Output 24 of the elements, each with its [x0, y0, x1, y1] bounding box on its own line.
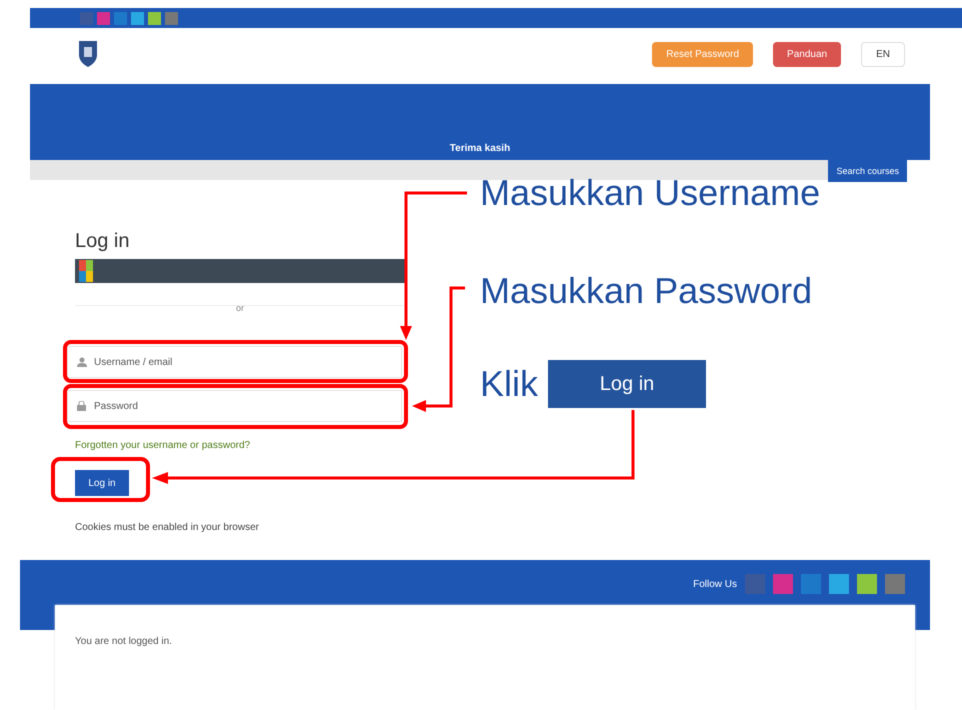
- social-icon[interactable]: [97, 12, 110, 24]
- social-icon[interactable]: [165, 12, 178, 24]
- login-status-text: You are not logged in.: [75, 636, 172, 647]
- header-button[interactable]: EN: [861, 42, 905, 66]
- search-courses-button[interactable]: Search courses: [828, 160, 907, 182]
- cookies-note: Cookies must be enabled in your browser: [75, 522, 260, 533]
- instruction-text: Masukkan Password: [480, 270, 812, 312]
- banner-text: Terima kasih: [450, 143, 510, 154]
- social-icon[interactable]: [131, 12, 144, 24]
- instruction-text: Klik: [480, 363, 538, 405]
- login-title: Log in: [75, 230, 130, 253]
- login-button[interactable]: Log in: [75, 470, 129, 496]
- social-icon[interactable]: [148, 12, 161, 24]
- sso-login-button[interactable]: [75, 259, 405, 283]
- instruction-text: Masukkan Username: [480, 172, 820, 214]
- divider-text: or: [236, 303, 244, 313]
- multicolor-logo-icon: [79, 260, 93, 282]
- username-field[interactable]: Username / email: [67, 346, 402, 378]
- social-icon[interactable]: [114, 12, 127, 24]
- password-field[interactable]: Password: [67, 390, 402, 422]
- forgot-password-link[interactable]: Forgotten your username or password?: [75, 440, 250, 451]
- follow-us-label: Follow Us: [693, 578, 737, 590]
- login-button-callout: Log in: [548, 360, 706, 408]
- header-button[interactable]: Panduan: [773, 42, 842, 66]
